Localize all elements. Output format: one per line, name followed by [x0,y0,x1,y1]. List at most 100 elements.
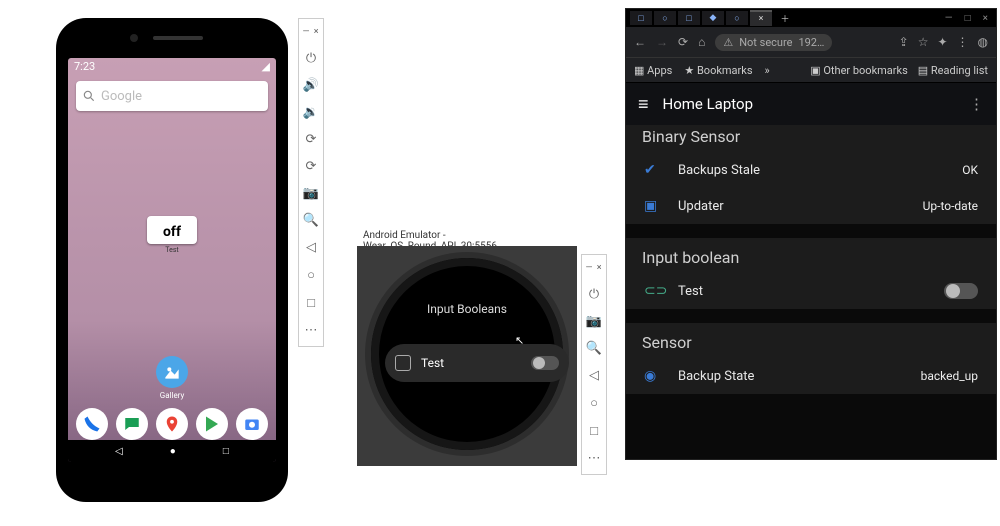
mouse-cursor-icon: ↖ [515,334,524,347]
avatar-icon[interactable]: ◍ [978,35,988,49]
nav-back[interactable]: ◁ [115,446,123,457]
menu-icon[interactable]: ⋮ [957,35,969,49]
wear-emulator-toolbar: — × ⏻ 📷 🔍 ◁ ○ □ ⋯ [581,254,607,475]
screenshot-icon[interactable]: 📷 [586,314,602,329]
section-input-boolean: Input boolean [626,238,996,273]
overflow-menu-icon[interactable]: ⋮ [969,95,984,113]
phone-emulator-toolbar: — × ⏻ 🔊 🔉 ⟳ ⟳ 📷 🔍 ◁ ○ □ ⋯ [298,18,324,347]
ha-title: Home Laptop [663,95,753,113]
wear-toggle[interactable] [531,356,559,370]
volume-down-icon[interactable]: 🔉 [303,105,319,120]
window-controls[interactable]: —□× [945,13,996,24]
widget-state: off [147,216,197,244]
wear-emulator-window: Input Booleans Test [357,246,577,466]
wear-screen-title: Input Booleans [371,302,563,316]
gallery-app[interactable]: Gallery [156,356,188,400]
browser-tab[interactable]: ○ [726,11,748,25]
reload-button[interactable]: ⟳ [678,35,688,49]
row-input-test[interactable]: ⊂⊃ Test [626,273,996,309]
zoom-icon[interactable]: 🔍 [303,213,319,228]
phone-emulator-frame: 7:23 ◢ Google off Test Gallery ◁ ● □ [58,20,286,500]
address-bar[interactable]: ⚠ Not secure 192… [715,34,832,51]
dock-maps-app[interactable] [156,408,188,440]
phone-dock [68,408,276,440]
power-icon[interactable]: ⏻ [306,51,316,66]
extensions-icon[interactable]: ✦ [937,35,947,49]
row-backups-stale[interactable]: ✔ Backups Stale OK [626,152,996,188]
wear-row-test[interactable]: Test [385,344,569,382]
row-value: Up-to-date [923,199,978,213]
section-sensor: Sensor [626,323,996,358]
status-icons: ◢ [262,60,270,73]
nav-home[interactable]: ● [170,446,176,457]
volume-up-icon[interactable]: 🔊 [303,78,319,93]
toolbar-window-controls[interactable]: — × [585,263,602,273]
toolbar-window-controls[interactable]: — × [302,27,319,37]
home-assistant-widget[interactable]: off Test [147,216,197,254]
browser-tab[interactable]: ○ [654,11,676,25]
reading-list[interactable]: ▤ Reading list [918,64,988,77]
entity-icon [395,355,411,371]
google-search-widget[interactable]: Google [76,81,268,111]
new-tab-button[interactable]: ＋ [774,11,796,25]
power-icon[interactable]: ⏻ [589,287,599,302]
overview-icon[interactable]: □ [307,295,315,311]
package-icon: ▣ [644,198,664,214]
zoom-icon[interactable]: 🔍 [586,341,602,356]
wear-emulator-titlebar[interactable]: Android Emulator - Wear_OS_Round_API_30:… [357,228,577,248]
rotate-right-icon[interactable]: ⟳ [306,159,317,174]
phone-front-camera [130,34,138,42]
dock-phone-app[interactable] [76,408,108,440]
status-clock: 7:23 [74,60,95,73]
more-icon[interactable]: ⋯ [305,323,318,338]
browser-tab[interactable]: □ [630,11,652,25]
browser-tabstrip: □ ○ □ ◆ ○ × ＋ —□× [626,9,996,27]
phone-screen[interactable]: 7:23 ◢ Google off Test Gallery ◁ ● □ [68,58,276,462]
eye-icon: ◉ [644,368,664,384]
browser-tab[interactable]: ◆ [702,11,724,25]
search-icon [82,89,96,103]
search-placeholder: Google [101,89,142,104]
bookmarks-bar: ▦ Apps ★ Bookmarks » ▣ Other bookmarks ▤… [626,58,996,83]
row-label: Backup State [678,369,754,384]
widget-label: Test [147,246,197,254]
browser-window: □ ○ □ ◆ ○ × ＋ —□× ← → ⟳ ⌂ ⚠ Not secure 1… [625,8,997,460]
back-icon[interactable]: ◁ [306,240,316,255]
browser-toolbar: ← → ⟳ ⌂ ⚠ Not secure 192… ⇪ ☆ ✦ ⋮ ◍ [626,27,996,58]
dock-camera-app[interactable] [236,408,268,440]
checkmark-icon: ✔ [644,162,664,178]
wear-watch-face[interactable]: Input Booleans Test [371,258,563,450]
bookmarks-overflow[interactable]: » [765,64,770,77]
star-icon[interactable]: ☆ [918,35,929,49]
row-value: backed_up [921,369,978,383]
gallery-label: Gallery [160,391,185,400]
home-icon[interactable]: ○ [590,395,598,411]
toggle-icon: ⊂⊃ [644,283,664,299]
other-bookmarks[interactable]: ▣ Other bookmarks [810,64,908,77]
screenshot-icon[interactable]: 📷 [303,186,319,201]
toggle-switch[interactable] [944,283,978,299]
rotate-left-icon[interactable]: ⟳ [306,132,317,147]
row-label: Updater [678,199,724,214]
back-button[interactable]: ← [634,35,646,49]
row-backup-state[interactable]: ◉ Backup State backed_up [626,358,996,394]
forward-button[interactable]: → [656,35,668,49]
row-updater[interactable]: ▣ Updater Up-to-date [626,188,996,224]
browser-tab[interactable]: □ [678,11,700,25]
browser-tab-active[interactable]: × [750,10,772,26]
more-icon[interactable]: ⋯ [588,451,601,466]
nav-recent[interactable]: □ [223,446,229,457]
phone-earpiece [153,36,203,40]
apps-shortcut[interactable]: ▦ Apps [634,64,672,77]
menu-icon[interactable]: ≡ [638,94,649,115]
home-icon[interactable]: ○ [307,267,315,283]
row-label: Test [678,284,703,299]
dock-messages-app[interactable] [116,408,148,440]
home-button[interactable]: ⌂ [698,35,705,49]
dock-play-store-app[interactable] [196,408,228,440]
bookmarks-shortcut[interactable]: ★ Bookmarks [684,64,752,77]
back-icon[interactable]: ◁ [589,368,599,383]
share-icon[interactable]: ⇪ [899,35,909,49]
row-value: OK [962,163,978,177]
overview-icon[interactable]: □ [590,423,598,439]
